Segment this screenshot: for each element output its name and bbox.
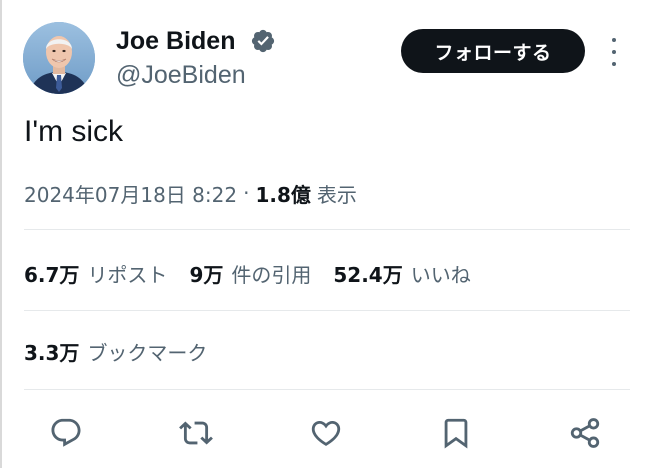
avatar-image [23, 22, 95, 94]
bookmarks-label: ブックマーク [87, 340, 208, 365]
engagement-stats: 6.7万 リポスト 9万 件の引用 52.4万 いいね [24, 256, 493, 290]
divider [24, 229, 630, 230]
author-display-name[interactable]: Joe Biden [116, 26, 235, 56]
likes-label: いいね [410, 262, 471, 287]
follow-button[interactable]: フォローする [401, 29, 585, 73]
reply-button[interactable] [43, 410, 89, 456]
retweet-icon [179, 421, 213, 445]
more-options-icon[interactable] [606, 38, 622, 66]
bookmark-button[interactable] [433, 410, 479, 456]
repost-button[interactable] [173, 410, 219, 456]
likes-stat[interactable]: 52.4万 いいね [333, 259, 470, 288]
bookmarks-stat-row: 3.3万 ブックマーク [24, 334, 229, 368]
tweet-text: I'm sick [24, 115, 124, 148]
likes-count: 52.4万 [333, 262, 403, 287]
divider [24, 310, 630, 311]
tweet-meta: 2024年07月18日 8:22 · 1.8億 表示 [24, 176, 357, 210]
divider [24, 389, 630, 390]
verified-badge-icon [250, 28, 276, 54]
share-icon [570, 418, 600, 448]
tweet-timestamp[interactable]: 2024年07月18日 8:22 [24, 179, 237, 208]
like-button[interactable] [303, 410, 349, 456]
quotes-count: 9万 [189, 262, 224, 287]
views-label[interactable]: 表示 [317, 179, 357, 208]
quotes-label: 件の引用 [231, 262, 312, 287]
bookmarks-stat[interactable]: 3.3万 ブックマーク [24, 337, 207, 366]
screen-edge [0, 0, 2, 468]
like-icon [311, 420, 341, 446]
meta-separator: · [243, 181, 250, 205]
author-handle[interactable]: @JoeBiden [116, 60, 246, 90]
reply-icon [51, 418, 81, 447]
action-bar [0, 410, 650, 456]
bookmark-icon [444, 418, 468, 449]
share-button[interactable] [562, 410, 608, 456]
views-count[interactable]: 1.8億 [255, 179, 310, 208]
quotes-stat[interactable]: 9万 件の引用 [189, 259, 311, 288]
bookmarks-count: 3.3万 [24, 340, 80, 365]
reposts-label: リポスト [87, 262, 168, 287]
avatar[interactable] [23, 22, 95, 94]
reposts-stat[interactable]: 6.7万 リポスト [24, 259, 167, 288]
reposts-count: 6.7万 [24, 262, 80, 287]
